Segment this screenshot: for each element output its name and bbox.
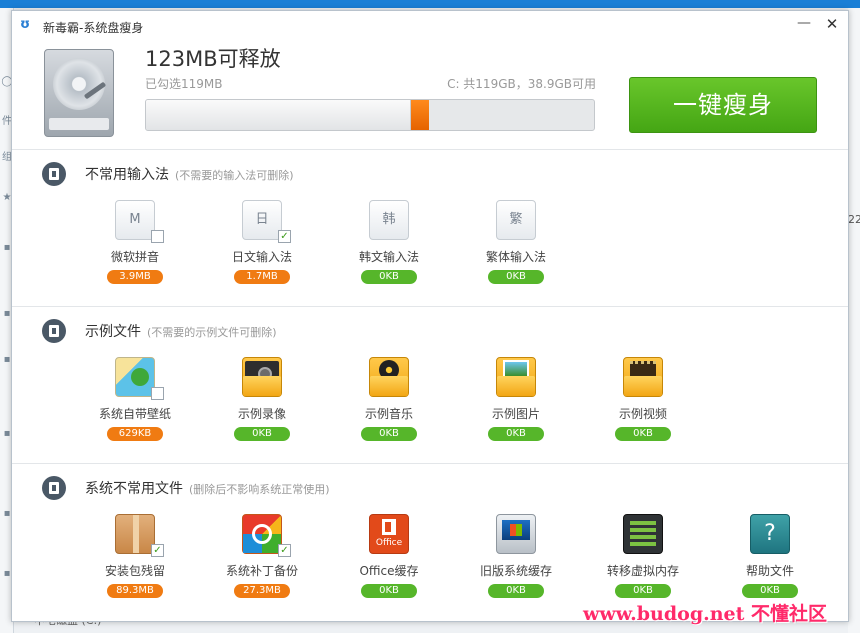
virtual-memory-icon: [623, 514, 663, 554]
item-traditional-ime[interactable]: 繁 繁体输入法 0KB: [471, 200, 561, 300]
item-microsoft-pinyin[interactable]: M 微软拼音 3.9MB: [90, 200, 180, 300]
item-checkbox[interactable]: [151, 230, 164, 243]
hard-disk-icon: [44, 49, 114, 137]
size-badge: 0KB: [361, 584, 417, 598]
title-bar[interactable]: ʊ 新毒霸-系统盘瘦身 — ✕: [12, 11, 848, 41]
item-sample-movies[interactable]: 示例视频 0KB: [598, 357, 688, 457]
picture-folder-icon: [496, 357, 536, 397]
size-badge: 0KB: [361, 427, 417, 441]
size-badge: 0KB: [615, 584, 671, 598]
disk-capacity-text: C: 共119GB，38.9GB可用: [447, 77, 596, 91]
item-label: 韩文输入法: [358, 250, 419, 264]
office-icon: Office: [369, 514, 409, 554]
wallpaper-icon: [115, 357, 155, 397]
patch-backup-icon: [242, 514, 282, 554]
item-sample-pictures[interactable]: 示例图片 0KB: [471, 357, 561, 457]
section-title-text: 系统不常用文件: [85, 481, 183, 497]
section-input-methods: 不常用输入法 (不需要的输入法可删除) M 微软拼音 3.9MB 日 ✓ 日文输入…: [12, 149, 848, 306]
size-badge: 0KB: [488, 270, 544, 284]
ime-han-icon: 韩: [369, 200, 409, 240]
section-title-text: 不常用输入法: [85, 167, 169, 183]
section-note: (不需要的示例文件可删除): [147, 326, 277, 339]
summary-header: 123MB可释放 已勾选119MB C: 共119GB，38.9GB可用 一键瘦…: [12, 41, 848, 149]
disk-usage-fill: [146, 100, 411, 130]
item-checkbox[interactable]: ✓: [278, 230, 291, 243]
desktop-right-glyph: 22: [848, 213, 860, 226]
item-japanese-ime[interactable]: 日 ✓ 日文输入法 1.7MB: [217, 200, 307, 300]
item-office-cache[interactable]: Office Office缓存 0KB: [344, 514, 434, 614]
desktop-right-strip: [848, 8, 860, 633]
item-label: Office缓存: [359, 564, 419, 578]
item-label: 旧版系统缓存: [479, 564, 552, 578]
size-badge: 0KB: [488, 584, 544, 598]
item-korean-ime[interactable]: 韩 韩文输入法 0KB: [344, 200, 434, 300]
item-label: 繁体输入法: [485, 250, 546, 264]
item-label: 微软拼音: [110, 250, 159, 264]
item-label: 示例音乐: [364, 407, 413, 421]
size-badge: 89.3MB: [107, 584, 163, 598]
item-checkbox[interactable]: [151, 387, 164, 400]
section-note: (删除后不影响系统正常使用): [189, 483, 330, 496]
section-title: 不常用输入法 (不需要的输入法可删除): [85, 164, 294, 184]
duba-logo-icon: ʊ: [20, 17, 31, 32]
old-system-icon: [496, 514, 536, 554]
size-badge: 629KB: [107, 427, 163, 441]
item-old-system-cache[interactable]: 旧版系统缓存 0KB: [471, 514, 561, 614]
section-title-text: 示例文件: [85, 324, 141, 340]
size-badge: 0KB: [742, 584, 798, 598]
size-badge: 1.7MB: [234, 270, 290, 284]
item-label: 帮助文件: [745, 564, 794, 578]
item-checkbox[interactable]: ✓: [278, 544, 291, 557]
slim-window: ʊ 新毒霸-系统盘瘦身 — ✕ 123MB可释放 已勾选119MB C: 共11…: [11, 10, 849, 622]
section-sample-files: 示例文件 (不需要的示例文件可删除) 系统自带壁纸 629KB 示例录像 0KB …: [12, 306, 848, 463]
disk-usage-marker: [411, 100, 429, 130]
document-section-icon: [42, 319, 66, 343]
size-badge: 3.9MB: [107, 270, 163, 284]
one-click-slim-button[interactable]: 一键瘦身: [629, 77, 817, 133]
keyboard-section-icon: [42, 162, 66, 186]
item-label: 安装包残留: [104, 564, 165, 578]
item-label: 日文输入法: [231, 250, 292, 264]
item-install-package-leftovers[interactable]: ✓ 安装包残留 89.3MB: [90, 514, 180, 614]
item-checkbox[interactable]: ✓: [151, 544, 164, 557]
section-note: (不需要的输入法可删除): [175, 169, 294, 182]
office-icon-text: Office: [375, 538, 403, 548]
selected-size-text: 已勾选119MB: [145, 77, 223, 91]
close-button[interactable]: ✕: [822, 15, 842, 35]
size-badge: 0KB: [615, 427, 671, 441]
ime-fan-icon: 繁: [496, 200, 536, 240]
system-section-icon: [42, 476, 66, 500]
item-patch-backup[interactable]: ✓ 系统补丁备份 27.3MB: [217, 514, 307, 614]
item-system-wallpaper[interactable]: 系统自带壁纸 629KB: [90, 357, 180, 457]
size-badge: 0KB: [488, 427, 544, 441]
item-sample-music[interactable]: 示例音乐 0KB: [344, 357, 434, 457]
item-sample-video[interactable]: 示例录像 0KB: [217, 357, 307, 457]
disk-usage-bar: [145, 99, 595, 131]
section-title: 示例文件 (不需要的示例文件可删除): [85, 321, 277, 341]
package-box-icon: [115, 514, 155, 554]
size-badge: 0KB: [234, 427, 290, 441]
size-badge: 0KB: [361, 270, 417, 284]
item-label: 示例视频: [618, 407, 667, 421]
size-badge: 27.3MB: [234, 584, 290, 598]
item-label: 示例图片: [491, 407, 540, 421]
site-watermark: www.budog.net 不懂社区: [583, 603, 828, 625]
movie-folder-icon: [623, 357, 663, 397]
window-title: 新毒霸-系统盘瘦身: [43, 21, 144, 35]
item-label: 系统自带壁纸: [98, 407, 171, 421]
desktop-top-bar: [0, 0, 860, 8]
music-folder-icon: [369, 357, 409, 397]
video-folder-icon: [242, 357, 282, 397]
releasable-size-title: 123MB可释放: [145, 47, 281, 71]
item-label: 系统补丁备份: [225, 564, 298, 578]
section-title: 系统不常用文件 (删除后不影响系统正常使用): [85, 478, 330, 498]
help-file-icon: ?: [750, 514, 790, 554]
item-label: 示例录像: [237, 407, 286, 421]
ime-m-icon: M: [115, 200, 155, 240]
item-label: 转移虚拟内存: [606, 564, 679, 578]
minimize-button[interactable]: —: [794, 15, 814, 35]
ime-ri-icon: 日: [242, 200, 282, 240]
